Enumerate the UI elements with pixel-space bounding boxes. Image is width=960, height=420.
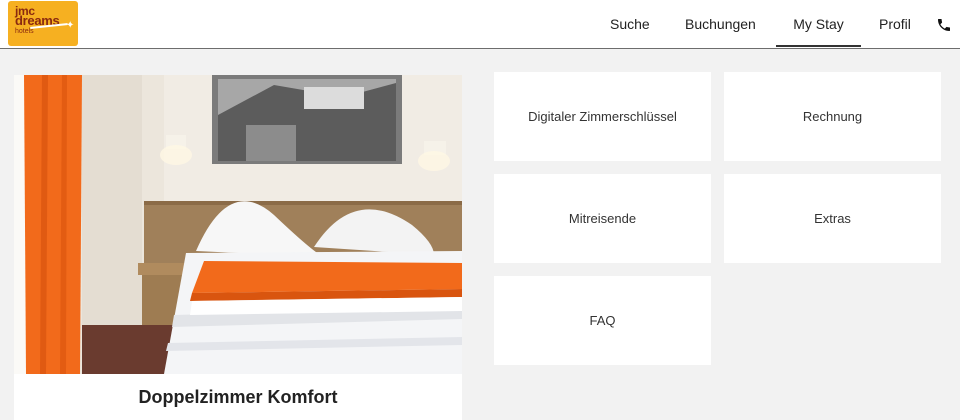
top-header: jmc dreams hotels ✦ Suche Buchungen My S…: [0, 0, 960, 49]
room-photo: [14, 75, 462, 374]
brand-logo[interactable]: jmc dreams hotels ✦: [8, 1, 78, 46]
nav-item-my-stay[interactable]: My Stay: [776, 0, 861, 47]
tile-invoice[interactable]: Rechnung: [724, 72, 941, 161]
tile-faq[interactable]: FAQ: [494, 276, 711, 365]
tile-fellow-travelers[interactable]: Mitreisende: [494, 174, 711, 263]
tile-digital-room-key[interactable]: Digitaler Zimmerschlüssel: [494, 72, 711, 161]
nav-item-buchungen[interactable]: Buchungen: [685, 0, 756, 48]
room-photo-illustration: [14, 75, 462, 374]
logo-star-icon: ✦: [66, 20, 75, 31]
nav-item-profil[interactable]: Profil: [879, 0, 911, 48]
phone-icon[interactable]: [936, 17, 952, 33]
nav-item-suche[interactable]: Suche: [610, 0, 650, 48]
room-name: Doppelzimmer Komfort: [14, 374, 462, 420]
tile-extras[interactable]: Extras: [724, 174, 941, 263]
